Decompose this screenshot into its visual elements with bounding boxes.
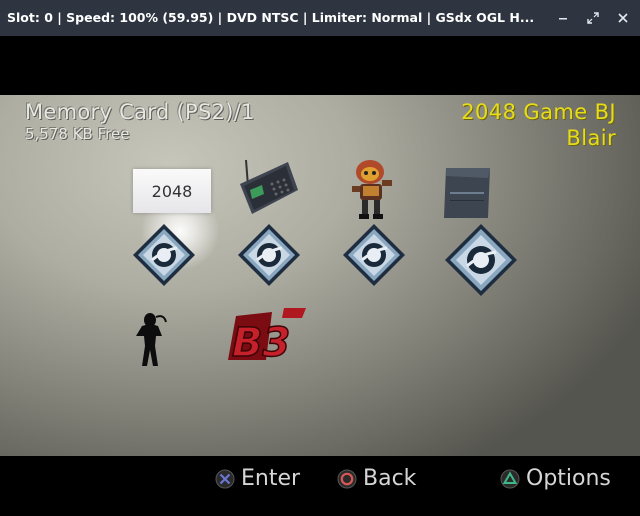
circle-button-icon [337, 469, 357, 488]
minimize-icon [559, 18, 567, 20]
cross-button-icon [215, 469, 235, 488]
options-label: Options [526, 466, 611, 491]
b3-logo-save-icon[interactable]: B3 [222, 306, 310, 366]
memory-card-browser: Memory Card (PS2)/1 5,578 KB Free 2048 G… [0, 95, 640, 456]
ps2-logo-save-icon[interactable] [443, 222, 519, 298]
control-hints: Enter Back Options [0, 456, 640, 516]
selected-save-subtitle: Blair [566, 126, 616, 150]
close-icon [618, 13, 628, 23]
memory-card-name: Memory Card (PS2)/1 [25, 100, 255, 124]
2048-save-icon[interactable]: 2048 [133, 169, 211, 213]
silhouette-save-icon[interactable] [132, 312, 168, 368]
memory-card-free-space: 5,578 KB Free [25, 125, 130, 143]
robot-save-icon[interactable] [346, 156, 402, 228]
minimize-button[interactable] [553, 8, 573, 28]
close-button[interactable] [613, 8, 633, 28]
window-title: Slot: 0 | Speed: 100% (59.95) | DVD NTSC… [7, 10, 535, 25]
ps2-logo-save-icon[interactable] [131, 222, 197, 288]
maximize-icon [587, 12, 599, 24]
radio-save-icon[interactable] [236, 156, 302, 218]
selected-save-title: 2048 Game BJ [461, 100, 616, 124]
console-save-icon[interactable] [440, 164, 496, 224]
enter-hint[interactable]: Enter [215, 466, 300, 491]
ps2-logo-save-icon[interactable] [341, 222, 407, 288]
maximize-button[interactable] [583, 8, 603, 28]
window-titlebar: Slot: 0 | Speed: 100% (59.95) | DVD NTSC… [0, 0, 640, 36]
ps2-logo-save-icon[interactable] [236, 222, 302, 288]
options-hint[interactable]: Options [500, 466, 611, 491]
game-viewport: Memory Card (PS2)/1 5,578 KB Free 2048 G… [0, 36, 640, 516]
back-hint[interactable]: Back [337, 466, 416, 491]
svg-text:B3: B3 [232, 320, 290, 366]
enter-label: Enter [241, 466, 301, 491]
triangle-button-icon [500, 469, 520, 488]
back-label: Back [363, 466, 417, 491]
